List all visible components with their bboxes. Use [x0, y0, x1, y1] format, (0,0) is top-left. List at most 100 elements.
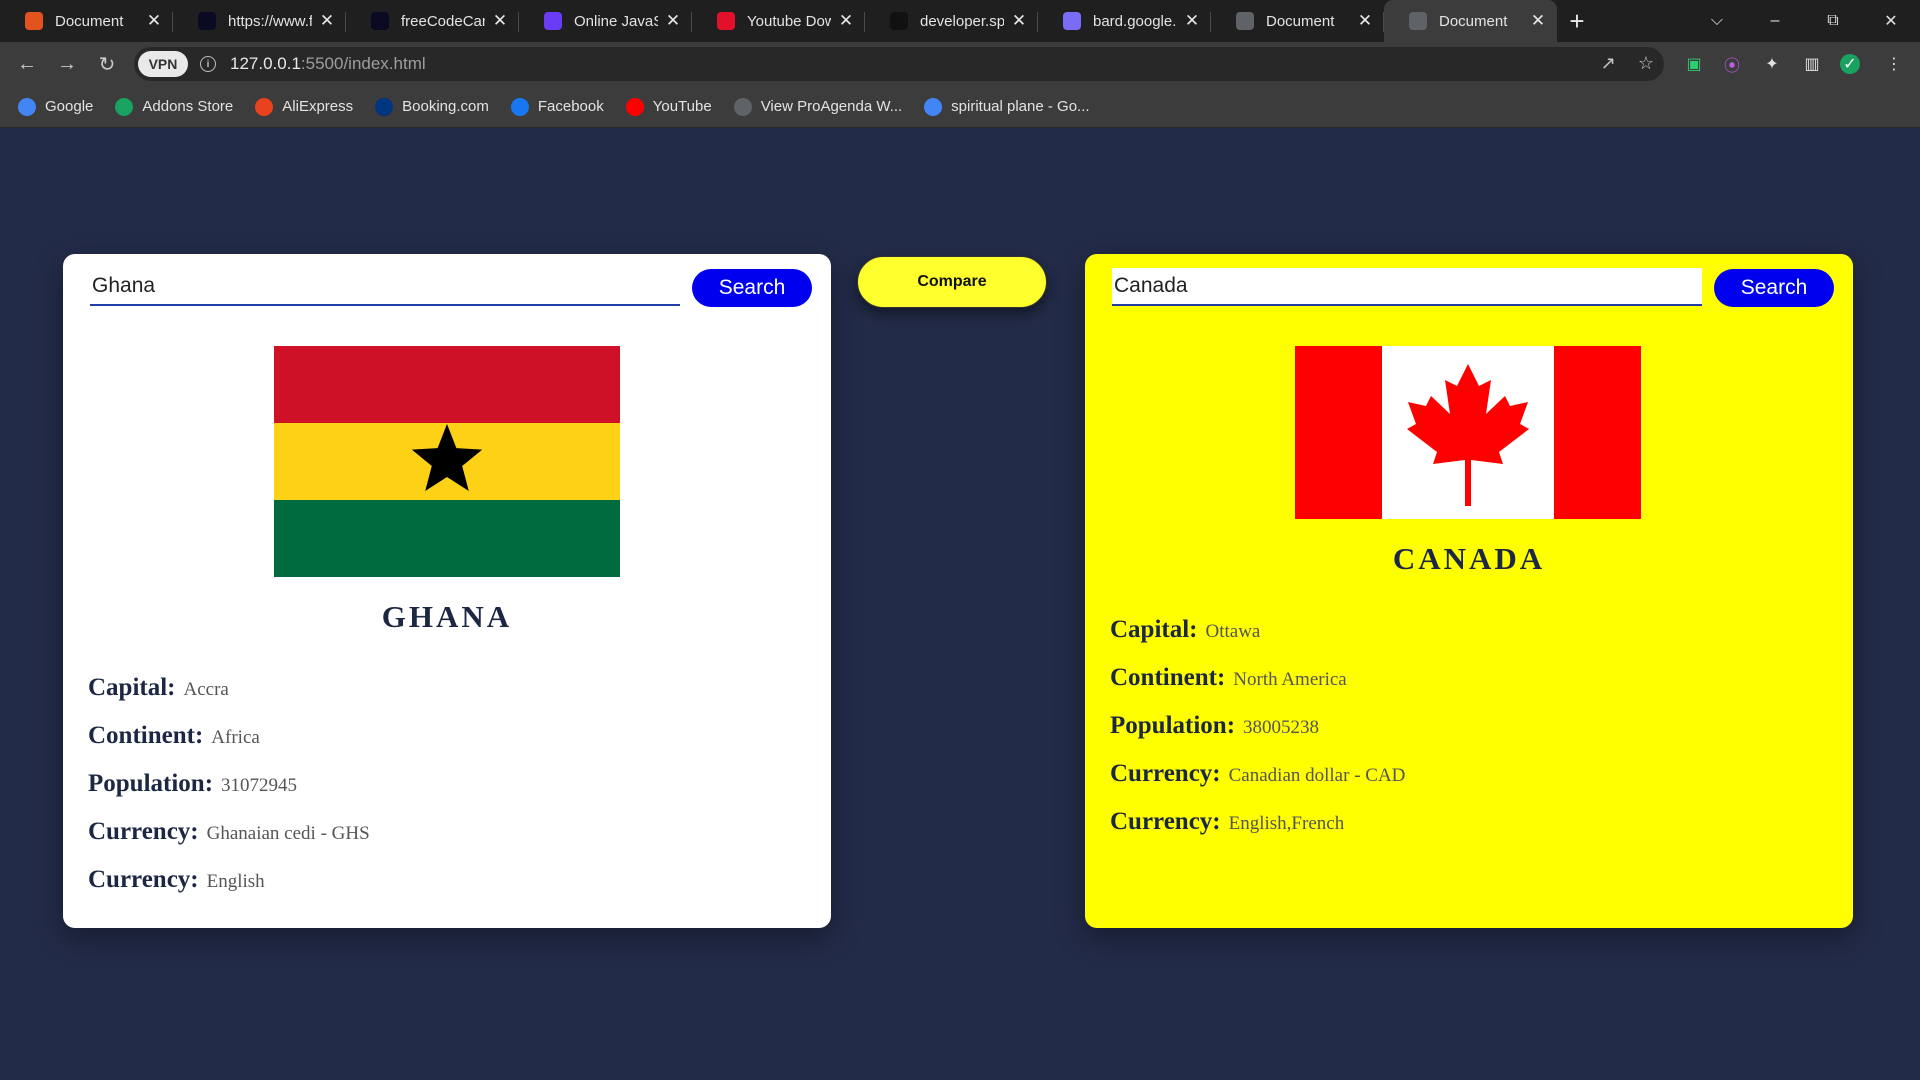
url-host: 127.0.0.1: [230, 54, 301, 73]
info-label: Currency:: [1110, 808, 1221, 835]
google-icon: [924, 97, 943, 116]
tab-close-icon[interactable]: ✕: [145, 11, 163, 31]
site-info-icon[interactable]: i: [200, 56, 216, 72]
side-panel-icon[interactable]: ▥: [1800, 52, 1824, 76]
bookmark-item[interactable]: Booking.com: [375, 97, 489, 116]
bookmark-star-icon[interactable]: ☆: [1638, 53, 1654, 74]
tab-close-icon[interactable]: ✕: [664, 11, 682, 31]
share-icon[interactable]: ↗: [1601, 53, 1616, 74]
tab-close-icon[interactable]: ✕: [491, 11, 509, 31]
info-row: Currency: English: [88, 866, 370, 914]
window-controls: ⌵ – ⧉ ✕: [1688, 0, 1920, 42]
bookmark-label: View ProAgenda W...: [760, 98, 903, 115]
browser-tab[interactable]: Document ✕: [1211, 0, 1384, 42]
tab-title: Document: [1266, 12, 1335, 30]
browser-toolbar: ← → ↻ VPN i 127.0.0.1:5500/index.html ↗ …: [0, 42, 1920, 86]
tab-title: Document: [55, 12, 124, 30]
info-value: 31072945: [221, 775, 298, 796]
bookmark-item[interactable]: spiritual plane - Go...: [924, 97, 1090, 116]
tab-title: developer.spo: [920, 12, 1004, 30]
tab-close-icon[interactable]: ✕: [1010, 11, 1028, 31]
info-row: Continent: North America: [1110, 664, 1405, 712]
bookmark-label: Google: [45, 98, 94, 115]
booking-icon: [375, 97, 394, 116]
reload-icon[interactable]: ↻: [94, 51, 120, 77]
info-row: Currency: Ghanaian cedi - GHS: [88, 818, 370, 866]
tab-close-icon[interactable]: ✕: [1356, 11, 1374, 31]
vpn-extension-icon[interactable]: ▣: [1682, 52, 1706, 76]
tab-title: Online JavaScr: [574, 12, 658, 30]
forward-icon[interactable]: →: [54, 51, 80, 77]
browser-tab[interactable]: Document ✕: [1384, 0, 1557, 42]
google-icon: [18, 97, 36, 116]
globe-icon: [1236, 12, 1254, 30]
back-icon[interactable]: ←: [14, 51, 40, 77]
bookmark-item[interactable]: YouTube: [625, 97, 712, 116]
browser-tab[interactable]: Youtube Down ✕: [692, 0, 865, 42]
browser-tab[interactable]: bard.google.c ✕: [1038, 0, 1211, 42]
country-info-left: Capital: Accra Continent: Africa Population:…: [88, 674, 370, 914]
info-value: Canadian dollar - CAD: [1228, 765, 1406, 786]
tab-close-icon[interactable]: ✕: [1529, 11, 1547, 31]
search-input-left[interactable]: [90, 268, 680, 306]
ghana-flag-image: [274, 346, 620, 577]
browser-tab[interactable]: Online JavaScr ✕: [519, 0, 692, 42]
tab-close-icon[interactable]: ✕: [837, 11, 855, 31]
search-button-right[interactable]: Search: [1714, 269, 1834, 307]
browser-tab[interactable]: freeCodeCamp ✕: [346, 0, 519, 42]
bookmark-label: Booking.com: [402, 98, 489, 115]
minimize-icon[interactable]: –: [1746, 12, 1804, 30]
info-row: Population: 38005238: [1110, 712, 1405, 760]
info-label: Capital:: [1110, 616, 1198, 643]
compare-button[interactable]: Compare: [857, 256, 1047, 308]
tab-search-icon[interactable]: ⌵: [1688, 12, 1746, 30]
browser-tab[interactable]: developer.spo ✕: [865, 0, 1038, 42]
search-input-right[interactable]: [1112, 268, 1702, 306]
bookmark-item[interactable]: Facebook: [510, 97, 604, 116]
freecodecamp-icon: [371, 12, 389, 30]
restore-icon[interactable]: ⧉: [1804, 12, 1862, 30]
new-tab-button[interactable]: +: [1557, 0, 1597, 42]
puzzle-icon[interactable]: ✦: [1760, 52, 1784, 76]
download-icon: [717, 12, 735, 30]
info-value: 38005238: [1243, 717, 1320, 738]
info-label: Capital:: [88, 674, 176, 701]
address-bar[interactable]: VPN i 127.0.0.1:5500/index.html ↗ ☆: [134, 47, 1664, 81]
country-name-left: GHANA: [381, 599, 513, 634]
globe-icon: [1409, 12, 1427, 30]
profile-check-icon[interactable]: ✓: [1840, 54, 1860, 74]
info-value: Ghanaian cedi - GHS: [206, 823, 370, 844]
search-button-left[interactable]: Search: [692, 269, 812, 307]
bookmark-item[interactable]: Addons Store: [115, 97, 234, 116]
bookmark-item[interactable]: Google: [18, 97, 94, 116]
bookmark-item[interactable]: AliExpress: [255, 97, 353, 116]
browser-tab[interactable]: https://www.fr ✕: [173, 0, 346, 42]
info-value: English,French: [1228, 813, 1345, 834]
url-text[interactable]: 127.0.0.1:5500/index.html: [230, 54, 426, 74]
info-value: Ottawa: [1205, 621, 1261, 642]
canada-flag-image: [1295, 346, 1641, 519]
menu-icon[interactable]: ⋮: [1882, 52, 1906, 76]
bookmark-label: spiritual plane - Go...: [951, 98, 1090, 115]
bookmark-item[interactable]: View ProAgenda W...: [733, 97, 903, 116]
close-window-icon[interactable]: ✕: [1862, 11, 1920, 31]
info-row: Population: 31072945: [88, 770, 370, 818]
extension-icon[interactable]: ⦿: [1720, 52, 1744, 76]
vpn-badge[interactable]: VPN: [138, 51, 188, 77]
info-label: Continent:: [88, 722, 204, 749]
aliexpress-icon: [255, 97, 274, 116]
info-value: North America: [1233, 669, 1347, 690]
youtube-icon: [625, 97, 644, 116]
browser-tab[interactable]: Document ✕: [0, 0, 173, 42]
info-label: Population:: [88, 770, 214, 797]
tab-close-icon[interactable]: ✕: [1183, 11, 1201, 31]
url-path: :5500/index.html: [300, 54, 426, 73]
bookmark-label: Addons Store: [142, 98, 234, 115]
info-label: Currency:: [1110, 760, 1221, 787]
info-label: Continent:: [1110, 664, 1226, 691]
tab-title: Document: [1439, 12, 1508, 30]
country-card-left: Search GHANA Capital: Accra Continent: Afri…: [63, 254, 831, 928]
info-row: Capital: Accra: [88, 674, 370, 722]
info-value: English: [206, 871, 265, 892]
tab-close-icon[interactable]: ✕: [318, 11, 336, 31]
